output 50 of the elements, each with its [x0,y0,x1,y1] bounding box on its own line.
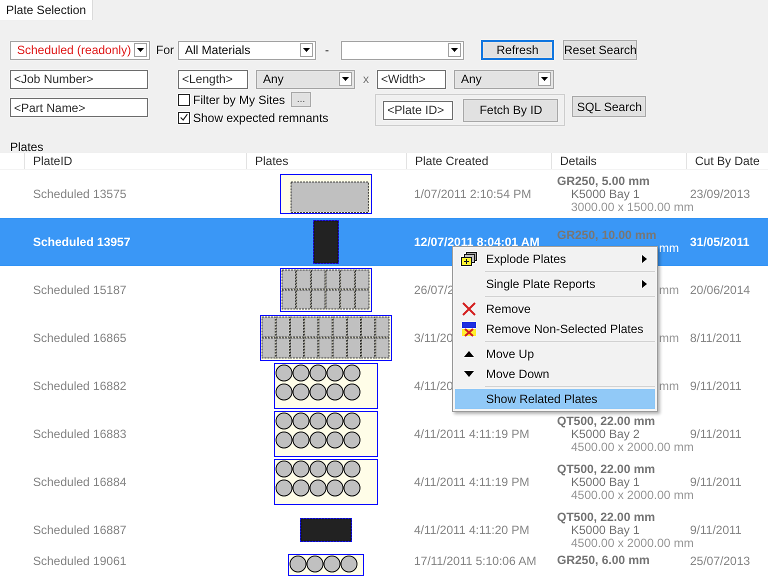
cut-by-date-cell: 8/11/2011 [690,331,742,345]
plate-id-cell: Scheduled 16887 [33,523,126,537]
cut-by-date-cell: 9/11/2011 [690,427,742,441]
details-size-text: 3000.00 x 1500.00 mm [570,200,694,214]
cut-by-date-cell: 31/05/2011 [690,235,750,249]
details-material-text: QT500, 22.00 mm [557,462,656,476]
details-size-text: 4500.00 x 2000.00 mm [570,536,694,550]
plate-id-cell: Scheduled 16883 [33,427,126,441]
details-material-text: QT500, 22.00 mm [557,414,656,428]
details-material-text: GR250, 10.00 mm [557,229,656,242]
plate-created-cell: 4/11/2011 4:11:19 PM [414,427,530,441]
plate-created-cell: 17/11/2011 5:10:06 AM [414,554,536,568]
for-label: For [156,43,175,57]
filter-by-sites-label: Filter by My Sites [193,92,286,106]
details-tail-text: mm [659,332,679,344]
details-tail-text: mm [659,284,679,296]
details-size-text: 4500.00 x 2000.00 mm [570,488,694,502]
times-sign: x [363,72,370,86]
plate-id-cell: Scheduled 16865 [33,331,126,345]
plate-id-cell: Scheduled 19061 [33,554,126,568]
cut-by-date-cell: 9/11/2011 [690,523,742,537]
plate-created-cell: 1/07/2011 2:10:54 PM [414,187,532,201]
range-dash: - [325,43,330,57]
details-material-text: GR250, 5.00 mm [557,174,650,188]
details-material-text: QT500, 22.00 mm [557,510,656,524]
show-remnants-label: Show expected remnants [193,110,328,124]
cut-by-date-cell: 20/06/2014 [690,283,750,297]
plate-created-cell: 12/07/2011 8:04:01 AM [414,235,540,249]
plate-id-cell: Scheduled 15187 [33,283,126,297]
plate-id-cell: Scheduled 16882 [33,379,126,393]
details-location-text: K5000 Bay 1 [571,188,640,200]
details-location-text: K5000 Bay 2 [571,428,640,440]
details-location-text: K5000 Bay 1 [571,524,640,536]
plate-created-cell: 4/11/2011 4:11:20 PM [414,523,530,537]
cut-by-date-cell: 23/09/2013 [690,187,750,201]
plate-id-cell: Scheduled 13575 [33,187,126,201]
plates-label: Plates [10,141,44,153]
cut-by-date-cell: 9/11/2011 [690,379,742,393]
cut-by-date-cell: 9/11/2011 [690,475,742,489]
details-tail-text: mm [659,380,679,392]
plate-id-cell: Scheduled 13957 [33,235,130,249]
details-tail-text: mm [659,242,679,255]
plate-created-cell: 3/11/20 [414,331,454,345]
details-size-text: 4500.00 x 2000.00 mm [570,440,694,454]
details-material-text: GR250, 6.00 mm [557,554,650,567]
plate-id-cell: Scheduled 16884 [33,475,126,489]
plate-created-cell: 4/11/2011 4:11:19 PM [414,475,530,489]
cut-by-date-cell: 25/07/2013 [690,554,750,568]
plate-created-cell: 4/11/20 [414,379,454,393]
details-location-text: K5000 Bay 1 [571,476,640,488]
